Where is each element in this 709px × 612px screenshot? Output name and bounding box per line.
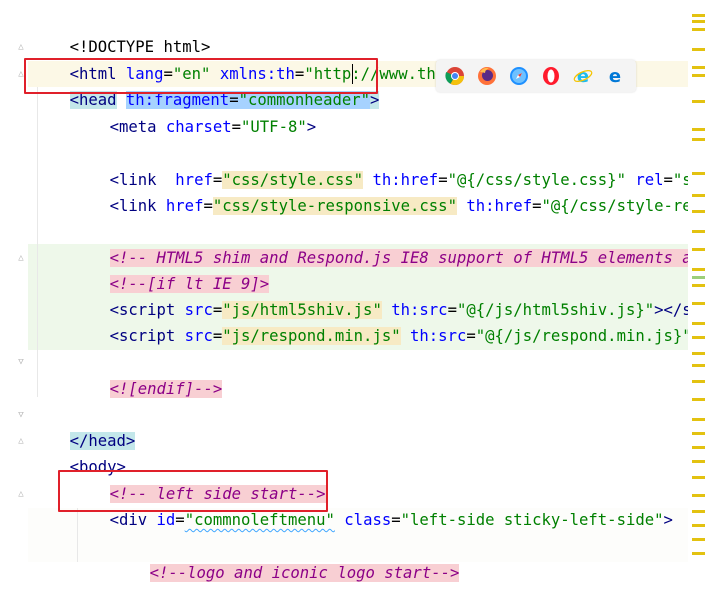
warning-marker[interactable] [692,14,705,17]
code-line[interactable]: <script src="js/respond.min.js" th:src="… [72,297,709,345]
div-tag-open: <div [109,511,148,529]
tag-close: > [663,511,673,529]
warning-marker[interactable] [692,74,705,77]
warning-marker[interactable] [692,418,705,421]
attr-value: "UTF-8" [241,118,307,136]
attr-name: th:src [410,327,467,345]
attr-eq: = [175,511,185,529]
warning-marker[interactable] [692,510,705,513]
warning-marker[interactable] [692,524,705,527]
attr-name: src [184,327,213,345]
html-comment: <!--logo and iconic logo start--> [149,564,460,582]
attr-name: th:href [466,197,533,215]
conditional-comment-end: <![endif]--> [109,380,223,398]
warning-marker[interactable] [692,460,705,463]
warning-marker[interactable] [692,322,705,325]
attr-name: class [344,511,392,529]
warning-marker[interactable] [692,194,705,197]
internet-explorer-icon[interactable]: e [573,66,593,86]
warning-marker[interactable] [692,248,705,251]
warning-marker[interactable] [692,172,705,175]
warning-marker[interactable] [692,380,705,383]
warning-marker[interactable] [692,352,705,355]
attr-value: "@{/css/style-resp [541,197,709,215]
warning-marker[interactable] [692,230,705,233]
attr-name: href [165,197,204,215]
warning-marker[interactable] [692,128,705,131]
code-line[interactable]: <link href="css/style.css" th:href="@{/c… [72,141,709,189]
script-tag-open: <script [109,327,176,345]
attr-value: "css/style-responsive.css" [212,197,457,215]
code-line[interactable]: </head> [32,402,136,450]
annotation-box [58,470,328,512]
code-line[interactable]: <link href="css/style-responsive.css" th… [72,167,709,215]
code-line[interactable]: <body> [32,428,126,476]
fold-icon[interactable]: ▽ [16,357,26,367]
warning-marker[interactable] [692,364,705,367]
warning-marker[interactable] [692,48,705,51]
code-line[interactable]: <!DOCTYPE html> [32,8,211,56]
attr-name: id [156,511,176,529]
svg-text:e: e [609,66,621,86]
warning-marker[interactable] [692,28,705,31]
warning-marker[interactable] [692,302,705,305]
warning-marker[interactable] [692,476,705,479]
code-editor[interactable]: △ △ △ ▽ ▽ △ △ <!DOCTYPE html> <html lang… [0,0,709,582]
browser-preview-popup: e e [436,60,636,92]
code-line[interactable]: <![endif]--> [72,350,223,398]
attr-value: "commnoleftmenu" [184,511,335,529]
warning-marker[interactable] [692,494,705,497]
warning-marker[interactable] [692,20,705,23]
svg-text:e: e [577,66,589,86]
attr-value: "left-side sticky-left-side" [400,511,664,529]
safari-icon[interactable] [509,66,529,86]
error-stripe[interactable] [688,0,709,562]
firefox-icon[interactable] [477,66,497,86]
attr-eq: = [212,327,223,345]
warning-marker[interactable] [692,66,705,69]
meta-tag-open: <meta [109,118,157,136]
attr-name: charset [165,118,232,136]
code-line[interactable]: <script src="js/html5shiv.js" th:src="@{… [72,271,709,319]
fold-icon[interactable]: ▽ [16,410,26,420]
warning-marker[interactable] [692,336,705,339]
fold-icon[interactable]: △ [16,436,26,446]
attr-eq: = [391,511,401,529]
warning-marker[interactable] [692,100,705,103]
warning-marker[interactable] [692,398,705,401]
opera-icon[interactable] [541,66,561,86]
warning-marker[interactable] [692,284,705,287]
warning-marker[interactable] [692,432,705,435]
code-line[interactable]: <!-- HTML5 shim and Respond.js IE8 suppo… [72,219,709,267]
warning-marker[interactable] [692,138,705,141]
chrome-icon[interactable] [445,66,465,86]
fold-icon[interactable]: △ [16,42,26,52]
code-line[interactable]: <!--[if lt IE 9]> [72,245,270,293]
fold-icon[interactable]: △ [16,253,26,263]
attr-value: "@{/js/respond.min.js}" [475,327,692,345]
annotation-box [24,58,378,94]
warning-marker[interactable] [692,210,705,213]
fold-icon[interactable]: △ [16,489,26,499]
warning-marker[interactable] [692,552,705,555]
link-tag-open: <link [109,197,157,215]
warning-marker[interactable] [692,446,705,449]
attr-value: "js/respond.min.js" [222,327,401,345]
warning-marker[interactable] [692,268,705,271]
edge-icon[interactable]: e [605,66,625,86]
tag-close: > [306,118,317,136]
code-line[interactable]: <!--logo and iconic logo start--> [112,534,460,582]
attr-eq: = [231,118,242,136]
attr-eq: = [466,327,476,345]
change-marker[interactable] [692,276,705,279]
warning-marker[interactable] [692,538,705,541]
attr-eq: = [203,197,213,215]
